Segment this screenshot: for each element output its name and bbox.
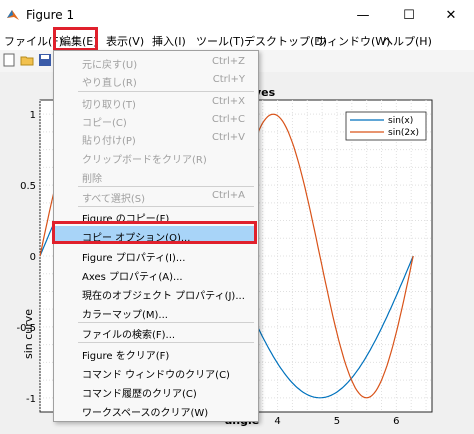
edit-menu-annotation-box [53,27,98,51]
menu-item-figure-properties[interactable]: Figure プロパティ(I)... [55,246,255,264]
menu-item-clear-command-history[interactable]: コマンド履歴のクリア(C) [55,382,255,400]
menu-item-paste: 貼り付け(P) Ctrl+V [82,132,245,147]
menu-item-axes-properties[interactable]: Axes プロパティ(A)... [55,265,255,283]
new-file-icon[interactable] [2,53,16,67]
menu-help[interactable]: ヘルプ(H) [382,33,432,49]
menu-item-clear-figure[interactable]: Figure をクリア(F) [55,344,255,362]
x-tick-label: 5 [334,416,340,427]
menu-item-find-files[interactable]: ファイルの検索(F)... [55,323,255,341]
menu-insert[interactable]: 挿入(I) [152,33,186,49]
menu-separator [78,342,254,343]
menu-separator [78,91,254,92]
menu-item-copy: コピー(C) Ctrl+C [82,114,245,129]
x-tick-label: 4 [274,416,280,427]
legend-entry-sinx: sin(x) [388,116,413,126]
matlab-logo-icon [7,10,19,20]
menu-item-clear-workspace[interactable]: ワークスペースのクリア(W) [55,401,255,419]
menu-tools[interactable]: ツール(T) [196,33,244,49]
menu-item-redo: やり直し(R) Ctrl+Y [82,74,245,89]
x-tick-label: 6 [393,416,399,427]
y-tick-label: 0.5 [20,181,36,192]
menu-window[interactable]: ウィンドウ(W) [316,33,390,49]
menu-item-undo: 元に戻す(U) Ctrl+Z [82,56,245,71]
legend-entry-sin2x: sin(2x) [388,128,419,138]
save-icon[interactable] [38,53,52,67]
open-folder-icon[interactable] [20,53,34,67]
legend[interactable]: sin(x) sin(2x) [345,111,427,141]
close-button[interactable]: ✕ [428,0,474,30]
y-tick-label: 0 [30,252,36,263]
window-title: Figure 1 [26,8,75,22]
menu-item-cut: 切り取り(T) Ctrl+X [82,96,245,111]
minimize-button[interactable]: — [340,0,386,30]
maximize-button[interactable]: ☐ [386,0,432,30]
menu-view[interactable]: 表示(V) [106,33,144,49]
menu-item-clear-clipboard: クリップボードをクリア(R) [82,155,207,166]
menu-item-clear-command-window[interactable]: コマンド ウィンドウのクリア(C) [55,363,255,381]
y-tick-label: -1 [26,394,36,405]
menu-item-select-all: すべて選択(S) Ctrl+A [82,190,245,205]
y-axis-label: sin curve [22,309,35,359]
title-bar: Figure 1 — ☐ ✕ [0,0,474,30]
menu-item-delete: 削除 [82,174,102,185]
copy-options-annotation-box [52,221,257,244]
menu-item-colormap[interactable]: カラーマップ(M)... [55,303,255,321]
menu-item-current-object-properties[interactable]: 現在のオブジェクト プロパティ(J)... [55,284,255,302]
y-tick-label: 1 [30,110,36,121]
menu-desktop[interactable]: デスクトップ(D) [244,33,327,49]
